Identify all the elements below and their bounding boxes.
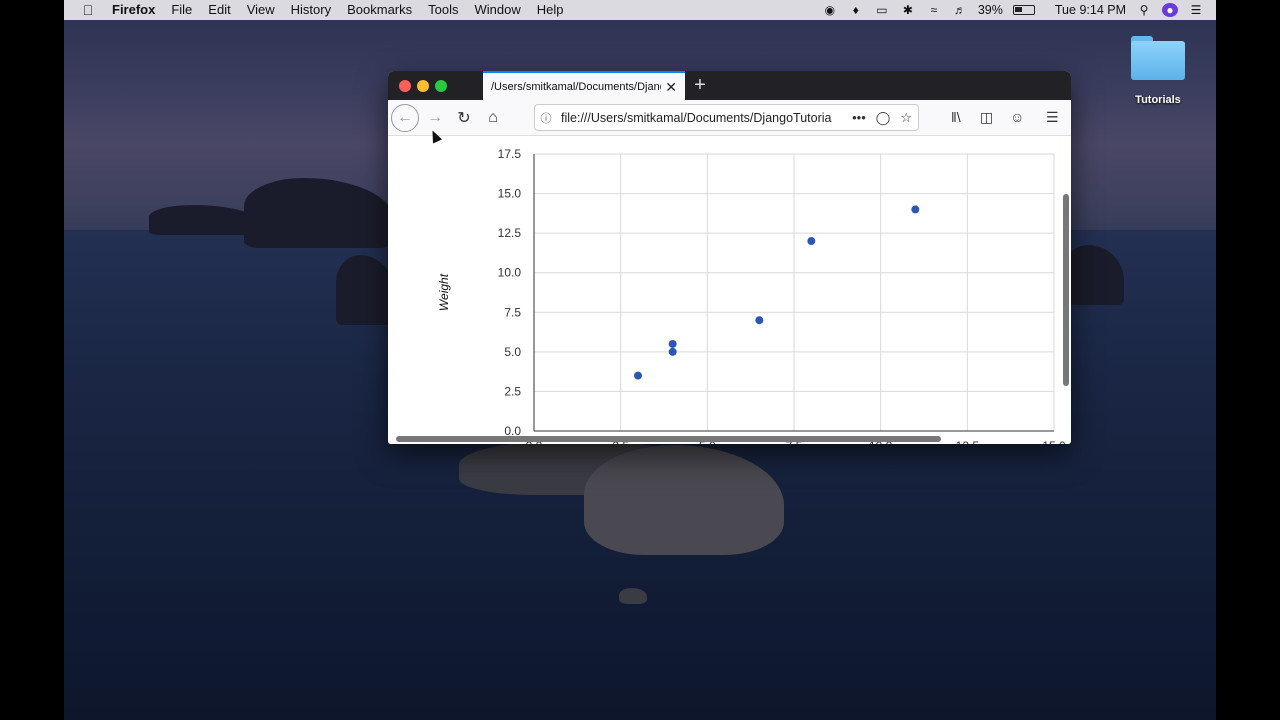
minimize-window-button[interactable] bbox=[417, 80, 429, 92]
airplay-icon[interactable]: ▭ bbox=[874, 3, 890, 17]
browser-tab[interactable]: /Users/smitkamal/Documents/Django ✕ bbox=[483, 71, 685, 100]
y-tick-label: 17.5 bbox=[498, 147, 522, 161]
url-text[interactable]: file:///Users/smitkamal/Documents/Django… bbox=[557, 111, 839, 125]
new-tab-button[interactable]: + bbox=[690, 74, 710, 97]
desktop:  Firefox File Edit View History Bookmar… bbox=[64, 0, 1216, 720]
menu-tools[interactable]: Tools bbox=[420, 0, 466, 20]
menu-bar:  Firefox File Edit View History Bookmar… bbox=[64, 0, 1216, 20]
wallpaper-rock bbox=[619, 588, 647, 604]
hamburger-menu-icon[interactable]: ☰ bbox=[1046, 109, 1059, 126]
bookmark-star-icon[interactable]: ☆ bbox=[900, 110, 912, 126]
page-content: 0.02.55.07.510.012.515.017.50.02.55.07.5… bbox=[388, 136, 1071, 444]
menu-help[interactable]: Help bbox=[529, 0, 572, 20]
home-button[interactable]: ⌂ bbox=[479, 104, 507, 132]
bluetooth-icon[interactable]: ✱ bbox=[900, 3, 916, 17]
sidebar-icon[interactable]: ◫ bbox=[980, 109, 993, 126]
desktop-folder-tutorials[interactable]: Tutorials bbox=[1130, 36, 1186, 106]
site-info-icon[interactable]: ⓘ bbox=[535, 110, 557, 126]
battery-percent: 39% bbox=[977, 3, 1003, 17]
y-tick-label: 10.0 bbox=[498, 266, 522, 280]
y-tick-label: 12.5 bbox=[498, 226, 522, 240]
volume-icon[interactable]: ♬ bbox=[952, 3, 968, 17]
menu-window[interactable]: Window bbox=[467, 0, 529, 20]
spotlight-search-icon[interactable]: ⚲ bbox=[1136, 3, 1152, 17]
back-button[interactable]: ← bbox=[391, 104, 419, 132]
wallpaper-cliff bbox=[244, 178, 394, 248]
menu-app-name[interactable]: Firefox bbox=[112, 0, 163, 20]
scatter-point bbox=[755, 316, 764, 325]
siri-icon[interactable]: ● bbox=[1162, 3, 1178, 17]
y-tick-label: 7.5 bbox=[504, 305, 521, 319]
horizontal-scrollbar[interactable] bbox=[396, 436, 941, 442]
scatter-point bbox=[807, 237, 816, 246]
vertical-scrollbar[interactable] bbox=[1063, 194, 1069, 386]
navigation-toolbar: ← → ↻ ⌂ ⓘ file:///Users/smitkamal/Docume… bbox=[388, 100, 1071, 136]
title-bar: /Users/smitkamal/Documents/Django ✕ + bbox=[388, 71, 1071, 100]
forward-button[interactable]: → bbox=[421, 104, 449, 132]
clock[interactable]: Tue 9:14 PM bbox=[1055, 3, 1126, 17]
menu-file[interactable]: File bbox=[163, 0, 200, 20]
wallpaper-cliff bbox=[149, 205, 259, 235]
record-icon[interactable]: ◉ bbox=[822, 3, 838, 17]
page-actions-icon[interactable]: ••• bbox=[852, 110, 866, 126]
url-bar[interactable]: ⓘ file:///Users/smitkamal/Documents/Djan… bbox=[534, 104, 919, 131]
x-tick-label: 12.5 bbox=[956, 439, 980, 444]
menu-history[interactable]: History bbox=[283, 0, 339, 20]
maximize-window-button[interactable] bbox=[435, 80, 447, 92]
y-tick-label: 2.5 bbox=[504, 384, 521, 398]
menu-bookmarks[interactable]: Bookmarks bbox=[339, 0, 420, 20]
x-tick-label: 15.0 bbox=[1042, 439, 1066, 444]
firefox-window: /Users/smitkamal/Documents/Django ✕ + ← … bbox=[388, 71, 1071, 444]
notification-center-icon[interactable]: ☰ bbox=[1188, 3, 1204, 17]
wifi-icon[interactable]: ≈ bbox=[926, 3, 942, 17]
close-tab-icon[interactable]: ✕ bbox=[665, 79, 677, 96]
evernote-icon[interactable]: ♦ bbox=[848, 3, 864, 17]
scatter-point bbox=[668, 347, 677, 356]
pocket-icon[interactable]: ◯ bbox=[876, 110, 891, 126]
scatter-point bbox=[634, 371, 642, 380]
y-tick-label: 5.0 bbox=[504, 345, 521, 359]
account-icon[interactable]: ☺ bbox=[1010, 109, 1024, 125]
menu-view[interactable]: View bbox=[239, 0, 283, 20]
y-axis-label: Weight bbox=[437, 273, 451, 311]
y-tick-label: 15.0 bbox=[498, 187, 522, 201]
library-icon[interactable]: ‖\ bbox=[951, 109, 961, 125]
scatter-point bbox=[911, 205, 920, 214]
reload-button[interactable]: ↻ bbox=[450, 104, 478, 132]
scatter-chart: 0.02.55.07.510.012.515.017.50.02.55.07.5… bbox=[437, 147, 1066, 444]
folder-icon bbox=[1131, 36, 1185, 80]
apple-menu-icon[interactable]:  bbox=[64, 2, 112, 18]
close-window-button[interactable] bbox=[399, 80, 411, 92]
menu-edit[interactable]: Edit bbox=[200, 0, 238, 20]
tab-title: /Users/smitkamal/Documents/Django bbox=[491, 80, 661, 93]
battery-icon[interactable] bbox=[1012, 5, 1035, 15]
folder-label: Tutorials bbox=[1135, 94, 1181, 106]
scatter-point bbox=[668, 339, 677, 348]
